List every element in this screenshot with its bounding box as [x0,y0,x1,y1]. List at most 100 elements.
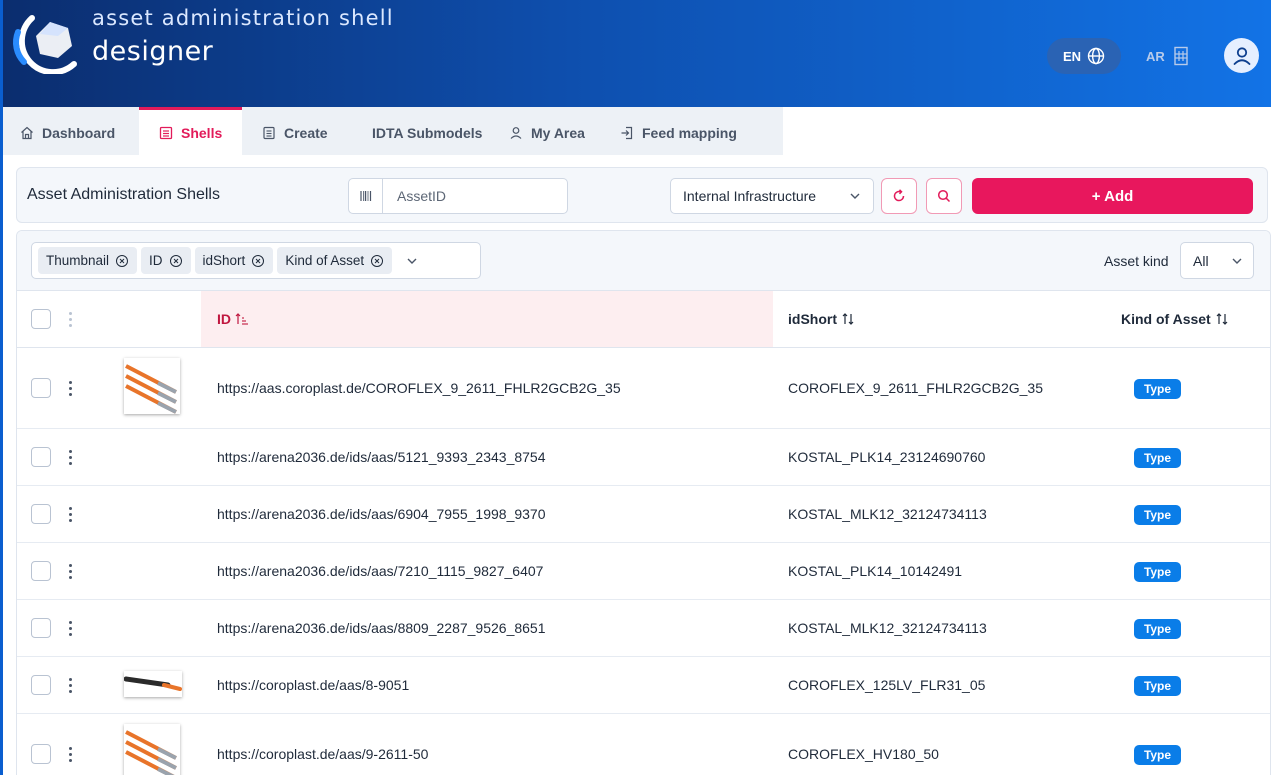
row-id[interactable]: https://arena2036.de/ids/aas/5121_9393_2… [217,449,546,465]
add-button-label: + Add [1091,187,1134,205]
column-filter-bar: Thumbnail ID idShort Kind of Asset Asset… [17,231,1270,291]
asset-kind-select[interactable]: All [1180,242,1254,279]
row-menu-icon[interactable] [64,744,76,764]
chevron-down-icon [850,193,860,199]
kind-badge: Type [1134,745,1181,765]
search-button[interactable] [926,178,962,214]
sort-icon [1216,313,1228,325]
column-header-id[interactable]: ID [217,311,249,327]
header-menu-icon[interactable] [64,309,76,329]
close-icon[interactable] [370,254,384,268]
table-row[interactable]: https://arena2036.de/ids/aas/7210_1115_9… [17,543,1270,600]
close-icon[interactable] [115,254,129,268]
tab-dashboard[interactable]: Dashboard [3,107,139,155]
close-icon[interactable] [169,254,183,268]
repository-select[interactable]: Internal Infrastructure [670,178,874,214]
row-menu-icon[interactable] [64,504,76,524]
chevron-down-icon[interactable] [406,255,418,267]
user-avatar[interactable] [1224,38,1259,73]
row-id[interactable]: https://coroplast.de/aas/9-2611-50 [217,746,428,762]
shells-toolbar: Asset Administration Shells Internal Inf… [16,167,1268,223]
row-menu-icon[interactable] [64,561,76,581]
close-icon[interactable] [251,254,265,268]
column-header-idshort[interactable]: idShort [788,311,855,327]
document-icon [263,126,275,139]
main-nav: Dashboard Shells Create IDTA Submodels M… [3,107,783,155]
row-idshort: KOSTAL_MLK12_32124734113 [788,620,987,636]
table-row[interactable]: https://arena2036.de/ids/aas/6904_7955_1… [17,486,1270,543]
row-checkbox[interactable] [31,378,51,398]
tab-create-label: Create [284,124,328,141]
left-rail [0,0,3,775]
row-checkbox[interactable] [31,447,51,467]
select-all-checkbox[interactable] [31,309,51,329]
search-icon [937,189,951,203]
tab-idta-submodels-label: IDTA Submodels [372,124,483,141]
row-id[interactable]: https://aas.coroplast.de/COROFLEX_9_2611… [217,380,621,396]
chip-label: ID [149,253,163,268]
barcode-scan-button[interactable] [349,179,383,213]
ar-button[interactable]: AR [1146,44,1189,68]
asset-id-search [348,178,568,214]
kind-badge: Type [1134,619,1181,639]
tab-create[interactable]: Create [242,107,356,155]
add-button[interactable]: + Add [972,178,1253,214]
tab-feed-mapping[interactable]: Feed mapping [610,107,780,155]
app-logo [13,15,77,74]
chip-label: Kind of Asset [285,253,365,268]
row-checkbox[interactable] [31,675,51,695]
column-chip-idshort: idShort [194,247,274,274]
tab-shells-label: Shells [181,124,223,141]
user-icon [510,126,522,139]
sort-ascending-icon [235,313,248,325]
tab-idta-submodels[interactable]: IDTA Submodels [356,107,497,155]
column-chip-thumbnail: Thumbnail [38,247,138,274]
brand-title: asset administration shell [92,6,394,30]
tab-feed-mapping-label: Feed mapping [642,124,737,141]
row-id[interactable]: https://coroplast.de/aas/8-9051 [217,677,409,693]
row-checkbox[interactable] [31,744,51,764]
asset-kind-label: Asset kind [1104,253,1169,269]
cable-bundle-thumbnail [124,724,180,775]
row-idshort: COROFLEX_9_2611_FHLR2GCB2G_35 [788,380,1043,396]
language-button[interactable]: EN [1047,38,1121,74]
row-id[interactable]: https://arena2036.de/ids/aas/6904_7955_1… [217,506,546,522]
globe-icon [1087,47,1105,65]
column-header-kind[interactable]: Kind of Asset [1121,311,1229,327]
list-icon [159,126,173,139]
row-menu-icon[interactable] [64,618,76,638]
row-menu-icon[interactable] [64,447,76,467]
tab-shells[interactable]: Shells [139,107,242,155]
column-header-kind-label: Kind of Asset [1121,311,1211,327]
tab-dashboard-label: Dashboard [42,124,116,141]
column-chips[interactable]: Thumbnail ID idShort Kind of Asset [31,242,481,279]
table-row[interactable]: https://arena2036.de/ids/aas/8809_2287_9… [17,600,1270,657]
table-row[interactable]: https://coroplast.de/aas/8-9051 COROFLEX… [17,657,1270,714]
row-id[interactable]: https://arena2036.de/ids/aas/7210_1115_9… [217,563,543,579]
asset-id-input[interactable] [397,181,567,211]
row-menu-icon[interactable] [64,378,76,398]
column-header-idshort-label: idShort [788,311,837,327]
table-row[interactable]: https://arena2036.de/ids/aas/5121_9393_2… [17,429,1270,486]
asset-kind-value: All [1193,252,1209,269]
app-header: asset administration shell designer EN A… [0,0,1271,107]
row-idshort: KOSTAL_PLK14_23124690760 [788,449,986,465]
row-checkbox[interactable] [31,618,51,638]
table-row[interactable]: https://coroplast.de/aas/9-2611-50 COROF… [17,714,1270,775]
kind-badge: Type [1134,379,1181,399]
column-chip-id: ID [141,247,191,274]
tab-my-area[interactable]: My Area [497,107,610,155]
sort-icon [842,313,854,325]
refresh-button[interactable] [881,178,917,214]
row-id[interactable]: https://arena2036.de/ids/aas/8809_2287_9… [217,620,546,636]
barcode-icon [359,191,371,201]
row-checkbox[interactable] [31,504,51,524]
ar-label: AR [1146,48,1165,64]
table-row[interactable]: https://aas.coroplast.de/COROFLEX_9_2611… [17,348,1270,429]
language-label: EN [1062,48,1082,64]
row-checkbox[interactable] [31,561,51,581]
building-icon [1174,46,1188,66]
row-menu-icon[interactable] [64,675,76,695]
kind-badge: Type [1134,562,1181,582]
import-icon [621,126,633,139]
